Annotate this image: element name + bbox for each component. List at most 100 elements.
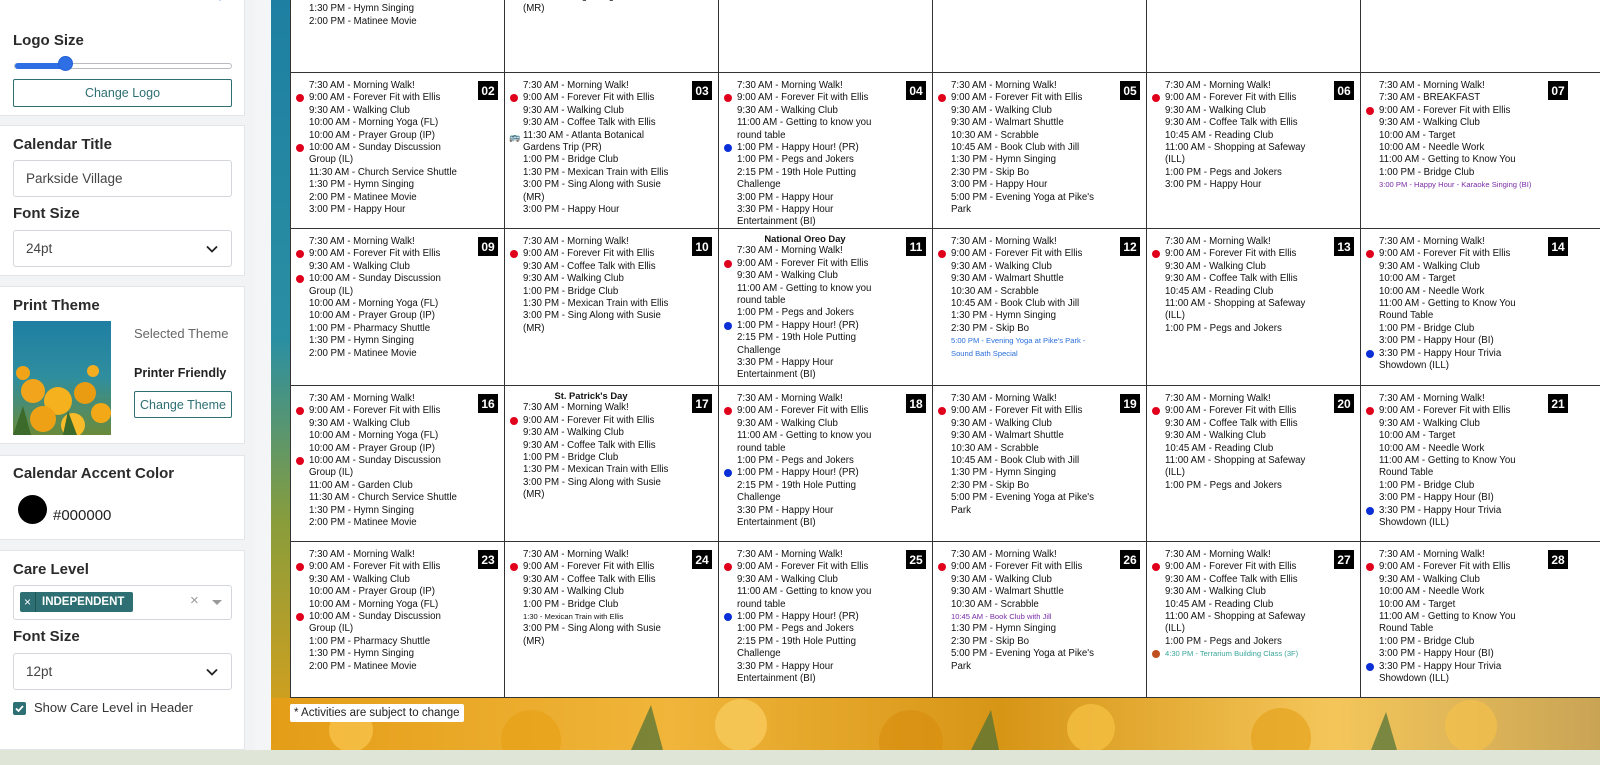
calendar-event[interactable]: 7:30 AM - Morning Walk! [938,80,1108,92]
calendar-event[interactable]: 9:00 AM - Forever Fit with Ellis [296,92,466,104]
calendar-event[interactable]: 9:00 AM - Forever Fit with Ellis [1152,92,1322,104]
calendar-event[interactable]: 11:30 AM - Church Service Shuttle [296,492,466,504]
calendar-event[interactable]: 9:00 AM - Forever Fit with Ellis [1366,561,1536,573]
calendar-event[interactable]: 2:15 PM - 19th Hole Putting Challenge [724,332,894,357]
calendar-event[interactable]: 1:00 PM - Pegs and Jokers [724,623,894,635]
calendar-event[interactable]: 1:00 PM - Happy Hour! (PR) [724,320,894,332]
calendar-event[interactable]: 3:30 PM - Happy Hour Entertainment (BI) [724,505,894,530]
calendar-day-cell[interactable]: 18 7:30 AM - Morning Walk! 9:00 AM - Forev… [719,386,932,541]
calendar-event[interactable]: 9:00 AM - Forever Fit with Ellis [1152,561,1322,573]
calendar-event[interactable]: 7:30 AM - Morning Walk! [1366,393,1536,405]
calendar-event[interactable]: 1:00 PM - Bridge Club [1366,323,1536,335]
calendar-event[interactable]: 9:30 AM - Walking Club [510,273,680,285]
calendar-event[interactable]: 10:45 AM - Book Club with Jill [938,455,1108,467]
calendar-day-cell[interactable]: 05 7:30 AM - Morning Walk! 9:00 AM - Forev… [933,73,1146,228]
calendar-event[interactable]: 9:30 AM - Coffee Talk with Ellis [1152,574,1322,586]
calendar-event[interactable]: 3:00 PM - Sing Along with Susie (MR) [510,310,680,335]
calendar-event[interactable]: 3:00 PM - Happy Hour (BI) [1366,492,1536,504]
calendar-event[interactable]: 10:00 AM - Prayer Group (IP) [296,130,466,142]
calendar-event[interactable]: 9:30 AM - Walking Club [1366,574,1536,586]
calendar-day-cell[interactable]: 14 7:30 AM - Morning Walk! 9:00 AM - Forev… [1361,229,1600,384]
calendar-event[interactable]: 7:30 AM - Morning Walk! [724,245,894,257]
calendar-event[interactable]: 9:30 AM - Walking Club [296,105,466,117]
calendar-event[interactable]: 9:30 AM - Walking Club [1366,418,1536,430]
calendar-event[interactable]: 11:00 AM - Getting to know you round tab… [724,117,894,142]
calendar-event[interactable]: 1:00 PM - Pegs and Jokers [1152,323,1322,335]
calendar-event[interactable]: 9:30 AM - Walking Club [296,418,466,430]
calendar-event[interactable]: 1:30 PM - Hymn Singing [938,154,1108,166]
calendar-event[interactable]: 3:30 PM - Happy Hour Trivia Showdown (IL… [1366,348,1536,373]
calendar-event[interactable]: 1:00 PM - Bridge Club [510,452,680,464]
calendar-event[interactable]: 1:30 PM - Hymn Singing [938,623,1108,635]
calendar-event[interactable]: 9:30 AM - Walking Club [1152,430,1322,442]
calendar-event[interactable]: 9:30 AM - Walmart Shuttle [938,117,1108,129]
calendar-day-cell[interactable]: 20 7:30 AM - Morning Walk! 9:00 AM - Forev… [1147,386,1360,541]
calendar-day-cell[interactable]: 16 7:30 AM - Morning Walk! 9:00 AM - Forev… [291,386,504,541]
calendar-event[interactable]: 9:00 AM - Forever Fit with Ellis [1366,405,1536,417]
calendar-event[interactable]: 9:30 AM - Coffee Talk with Ellis [510,440,680,452]
calendar-event[interactable]: 11:00 AM - Getting to Know You Round Tab… [1366,455,1536,480]
calendar-event[interactable]: 3:00 PM - Sing Along with Susie (MR) [510,0,680,16]
calendar-event[interactable]: 9:00 AM - Forever Fit with Ellis [1366,248,1536,260]
calendar-event[interactable]: 2:15 PM - 19th Hole Putting Challenge [724,636,894,661]
calendar-event[interactable]: 10:45 AM - Book Club with Jill [938,611,1108,623]
calendar-event[interactable]: 9:30 AM - Coffee Talk with Ellis [510,117,680,129]
calendar-event[interactable]: 7:30 AM - Morning Walk! [1152,80,1322,92]
calendar-event[interactable]: 5:00 PM - Evening Yoga at Pike's Park [938,648,1108,673]
show-care-level-checkbox[interactable] [13,702,26,715]
calendar-event[interactable]: 3:00 PM - Happy Hour [296,204,466,216]
calendar-event[interactable]: 9:30 AM - Walking Club [510,427,680,439]
calendar-event[interactable]: 9:30 AM - Coffee Talk with Ellis [1152,418,1322,430]
calendar-event[interactable]: 9:30 AM - Walking Club [724,418,894,430]
calendar-event[interactable]: 3:30 PM - Happy Hour Trivia Showdown (IL… [1366,661,1536,686]
calendar-event[interactable]: 10:00 AM - Sunday Discussion Group (IL) [296,455,466,480]
calendar-event[interactable]: 7:30 AM - Morning Walk! [724,549,894,561]
calendar-event[interactable]: 7:30 AM - Morning Walk! [510,80,680,92]
calendar-event[interactable]: 1:00 PM - Pegs and Jokers [1152,480,1322,492]
calendar-event[interactable]: 2:30 PM - Skip Bo [938,323,1108,335]
calendar-event[interactable]: 9:30 AM - Walmart Shuttle [938,586,1108,598]
calendar-event[interactable]: 9:00 AM - Forever Fit with Ellis [1152,248,1322,260]
calendar-event[interactable]: 1:00 PM - Pegs and Jokers [724,307,894,319]
calendar-event[interactable]: 1:00 PM - Pegs and Jokers [1152,636,1322,648]
calendar-event[interactable]: 9:30 AM - Walking Club [1366,117,1536,129]
calendar-event[interactable]: 11:00 AM - Getting to Know You [1366,154,1536,166]
calendar-event[interactable]: 9:00 AM - Forever Fit with Ellis [938,561,1108,573]
calendar-event[interactable]: 9:30 AM - Walking Club [1366,261,1536,273]
calendar-event[interactable]: 9:30 AM - Walking Club [938,261,1108,273]
calendar-event[interactable]: 9:30 AM - Walking Club [938,574,1108,586]
calendar-event[interactable]: 1:30 PM - Hymn Singing [296,648,466,660]
calendar-title-input[interactable]: Parkside Village [13,160,232,197]
calendar-event[interactable]: 9:30 AM - Walking Club [724,105,894,117]
calendar-event[interactable]: 3:00 PM - Sing Along with Susie (MR) [510,477,680,502]
calendar-event[interactable]: 9:00 AM - Forever Fit with Ellis [724,258,894,270]
calendar-event[interactable]: 1:00 PM - Bridge Club [510,286,680,298]
calendar-event[interactable]: 9:00 AM - Forever Fit with Ellis [296,248,466,260]
calendar-day-cell[interactable]: 24 7:30 AM - Morning Walk! 9:00 AM - Forev… [505,542,718,697]
calendar-event[interactable]: 7:30 AM - Morning Walk! [938,549,1108,561]
calendar-day-cell[interactable]: 27 7:30 AM - Morning Walk! 9:00 AM - Forev… [1147,542,1360,697]
calendar-event[interactable]: 9:30 AM - Walking Club [510,586,680,598]
calendar-day-cell[interactable]: 07 7:30 AM - Morning Walk! 7:30 AM - BREAK… [1361,73,1600,228]
calendar-event[interactable]: 9:30 AM - Walmart Shuttle [938,430,1108,442]
calendar-event[interactable]: 1:00 PM - Bridge Club [510,599,680,611]
calendar-event[interactable]: 11:00 AM - Shopping at Safeway (ILL) [1152,298,1322,323]
calendar-event[interactable]: 1:00 PM - Pegs and Jokers [724,455,894,467]
calendar-event[interactable]: 1:30 - Mexican Train with Ellis [510,611,680,623]
calendar-event[interactable]: 9:30 AM - Walking Club [1152,105,1322,117]
calendar-event[interactable]: 10:00 AM - Target [1366,430,1536,442]
calendar-event[interactable]: 3:00 PM - Happy Hour (BI) [1366,648,1536,660]
calendar-event[interactable]: 10:45 AM - Reading Club [1152,443,1322,455]
calendar-event[interactable]: 7:30 AM - Morning Walk! [1152,393,1322,405]
calendar-event[interactable]: 9:30 AM - Walmart Shuttle [938,273,1108,285]
remove-tag-icon[interactable]: × [20,592,36,612]
calendar-event[interactable]: 10:45 AM - Reading Club [1152,286,1322,298]
calendar-day-cell-partial[interactable]: 11:30 AM - Church Service Shuttle1:30 PM… [291,0,504,72]
calendar-event[interactable]: 10:00 AM - Target [1366,130,1536,142]
clear-selection-icon[interactable]: × [190,592,199,609]
calendar-event[interactable]: 9:30 AM - Walking Club [1152,586,1322,598]
calendar-event[interactable]: 10:30 AM - Scrabble [938,286,1108,298]
calendar-day-cell[interactable]: 02 7:30 AM - Morning Walk! 9:00 AM - Forev… [291,73,504,228]
calendar-event[interactable]: 9:00 AM - Forever Fit with Ellis [296,405,466,417]
calendar-event[interactable]: 1:00 PM - Happy Hour! (PR) [724,142,894,154]
